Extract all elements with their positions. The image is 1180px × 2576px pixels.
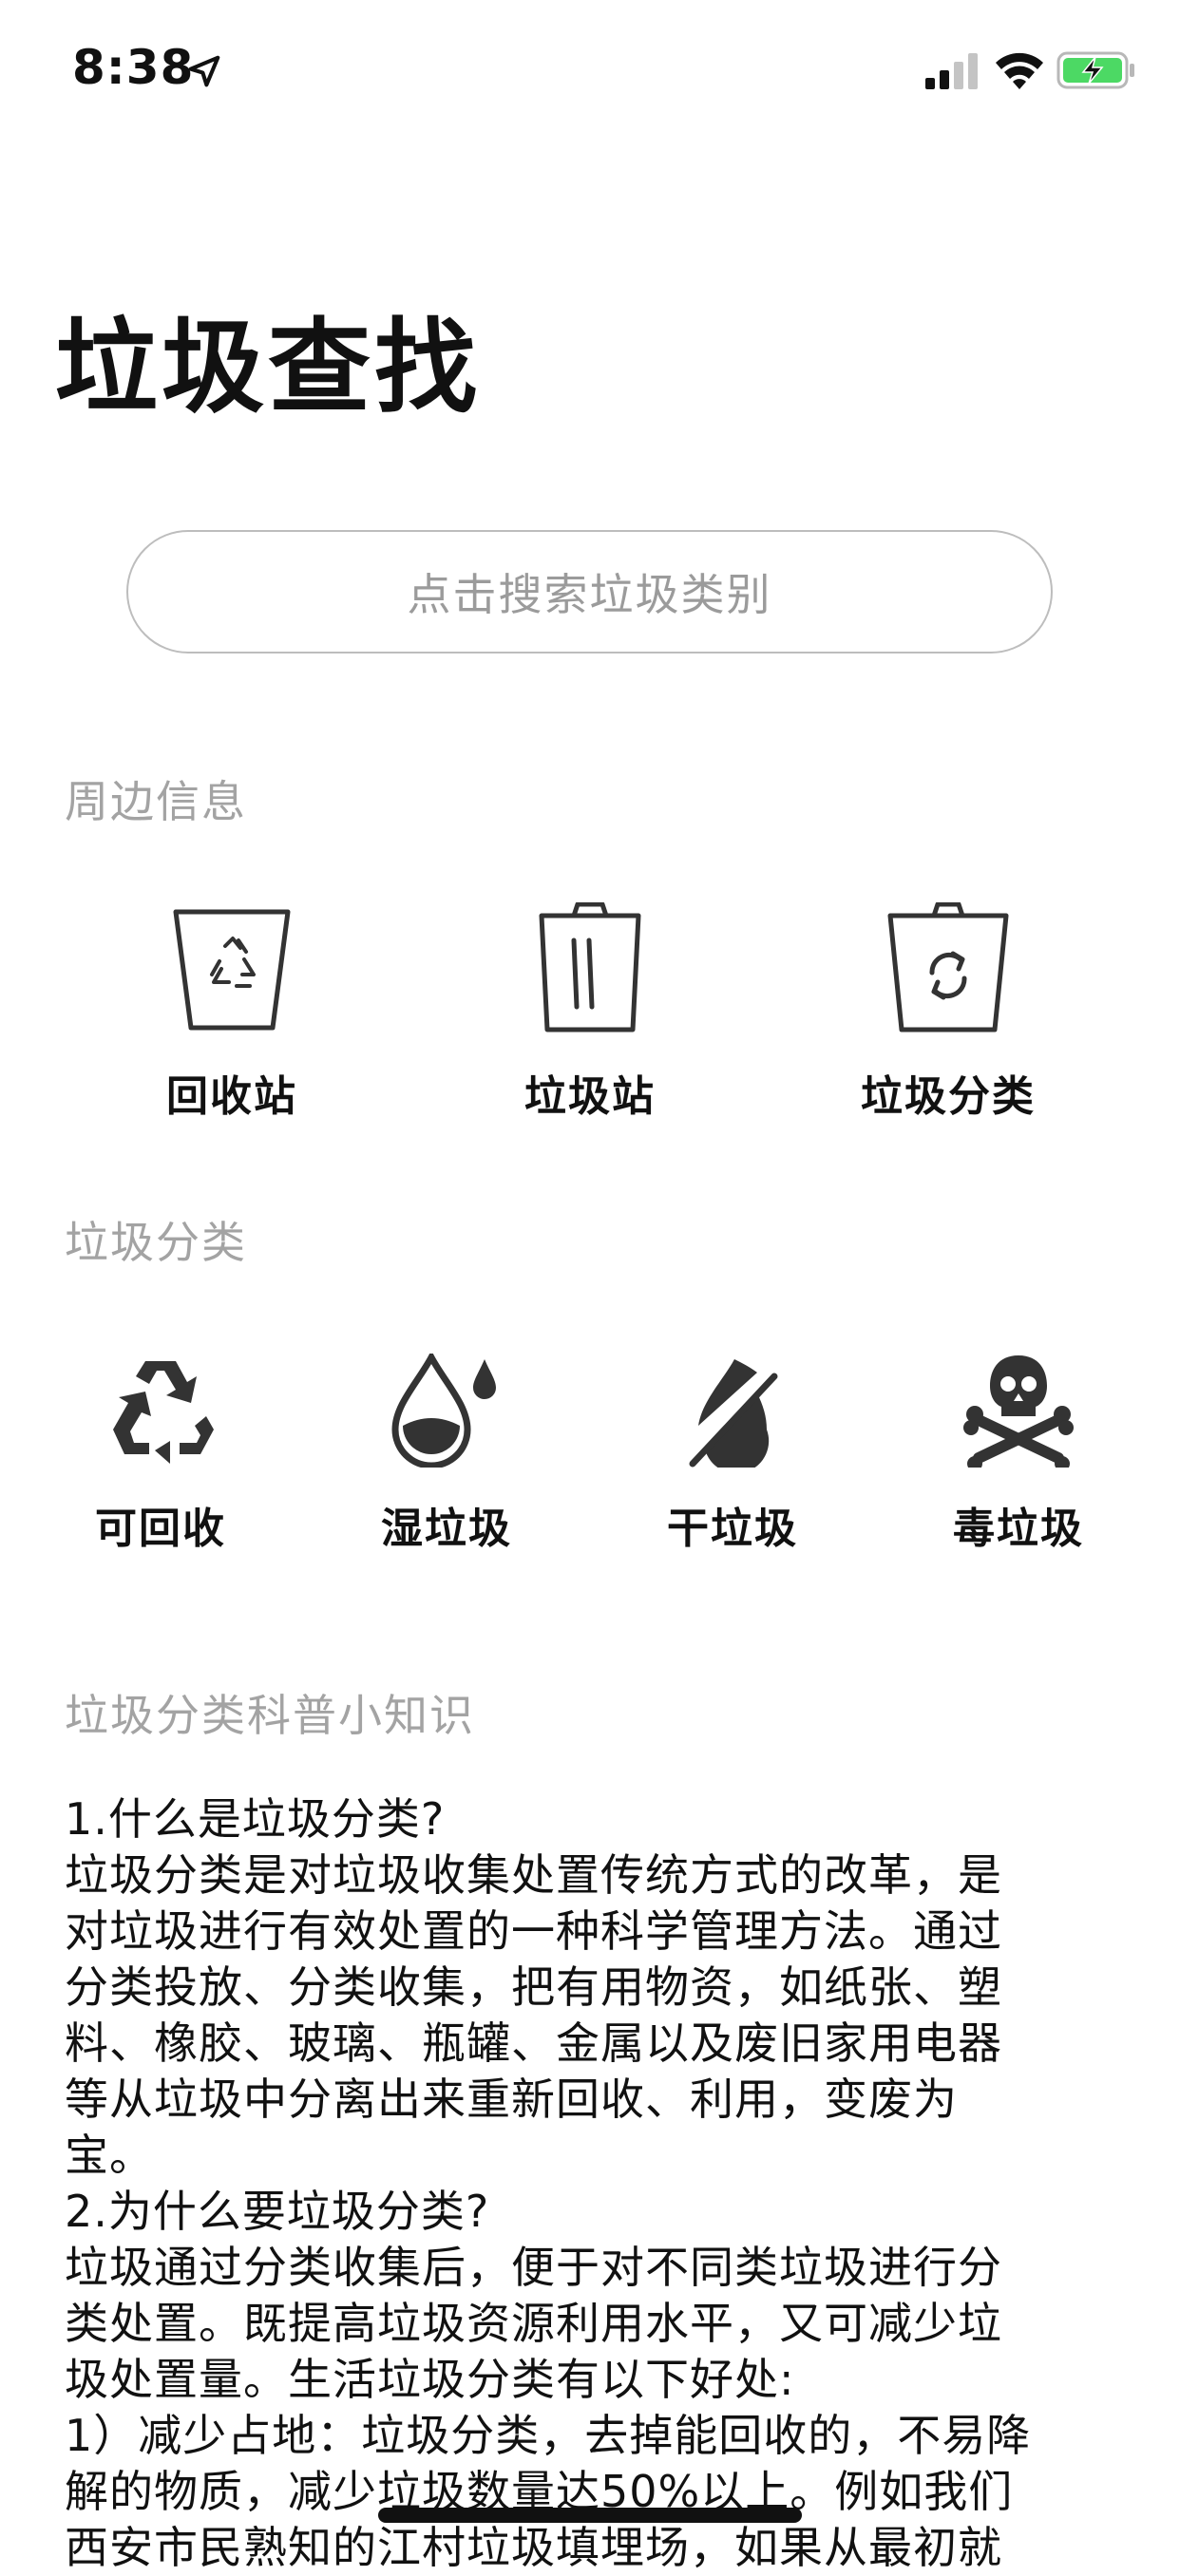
category-label: 毒垃圾 [953, 1505, 1084, 1553]
category-label: 干垃圾 [667, 1505, 798, 1553]
article-line: 2.为什么要垃圾分类? [65, 2186, 490, 2237]
nearby-item-label: 回收站 [166, 1072, 297, 1121]
category-label: 可回收 [95, 1505, 226, 1553]
nearby-item-label: 垃圾分类 [861, 1072, 1036, 1121]
article-line: 类处置。既提高垃圾资源利用水平，又可减少垃 [65, 2298, 1002, 2349]
article-line: 1.什么是垃圾分类? [65, 1793, 446, 1845]
article-line: 西安市民熟知的江村垃圾填埋场，如果从最初就 [65, 2522, 1002, 2573]
article-line: 圾处置量。生活垃圾分类有以下好处: [65, 2354, 795, 2405]
nearby-item-sorting[interactable]: 垃圾分类 [806, 902, 1091, 1123]
recycle-bin-icon [173, 909, 291, 1031]
category-recyclable[interactable]: 可回收 [18, 1354, 303, 1555]
article-line: 1）减少占地：垃圾分类，去掉能回收的，不易降 [65, 2410, 1032, 2461]
page-title: 垃圾查找 [55, 309, 482, 427]
status-bar: 8:38 [0, 0, 1180, 142]
home-indicator[interactable] [378, 2508, 802, 2523]
nearby-item-recycle-station[interactable]: 回收站 [89, 902, 374, 1123]
section-label-nearby: 周边信息 [65, 776, 247, 827]
section-label-knowledge: 垃圾分类科普小知识 [65, 1690, 475, 1741]
knowledge-article: 1.什么是垃圾分类? 垃圾分类是对垃圾收集处置传统方式的改革，是 对垃圾进行有效… [65, 1791, 1119, 2576]
nearby-item-garbage-station[interactable]: 垃圾站 [447, 902, 733, 1123]
trash-bin-icon [539, 902, 641, 1032]
section-label-categories: 垃圾分类 [65, 1217, 247, 1268]
article-line: 等从垃圾中分离出来重新回收、利用，变废为 [65, 2074, 958, 2125]
search-placeholder: 点击搜索垃圾类别 [407, 569, 772, 620]
location-arrow-icon [188, 55, 220, 87]
sort-bin-icon [887, 902, 1009, 1032]
wifi-icon [996, 52, 1043, 89]
category-dry[interactable]: 干垃圾 [590, 1354, 875, 1555]
article-line: 垃圾分类是对垃圾收集处置传统方式的改革，是 [65, 1849, 1002, 1901]
search-input[interactable]: 点击搜索垃圾类别 [126, 530, 1053, 653]
category-toxic[interactable]: 毒垃圾 [876, 1354, 1161, 1555]
battery-charging-icon [1056, 51, 1134, 89]
category-wet[interactable]: 湿垃圾 [304, 1354, 589, 1555]
water-drop-icon [391, 1354, 496, 1468]
status-time: 8:38 [72, 40, 195, 95]
article-line: 料、橡胶、玻璃、瓶罐、金属以及废旧家用电器 [65, 2017, 1002, 2069]
article-line: 分类投放、分类收集，把有用物资，如纸张、塑 [65, 1961, 1002, 2013]
article-line: 宝。 [65, 2130, 154, 2181]
nearby-item-label: 垃圾站 [524, 1072, 656, 1121]
category-label: 湿垃圾 [381, 1505, 512, 1553]
article-line: 对垃圾进行有效处置的一种科学管理方法。通过 [65, 1905, 1002, 1957]
recycle-icon [113, 1361, 214, 1464]
no-water-icon [689, 1359, 778, 1468]
skull-icon [963, 1355, 1074, 1468]
article-line: 垃圾通过分类收集后，便于对不同类垃圾进行分 [65, 2242, 1002, 2293]
cellular-signal-icon [925, 53, 978, 89]
